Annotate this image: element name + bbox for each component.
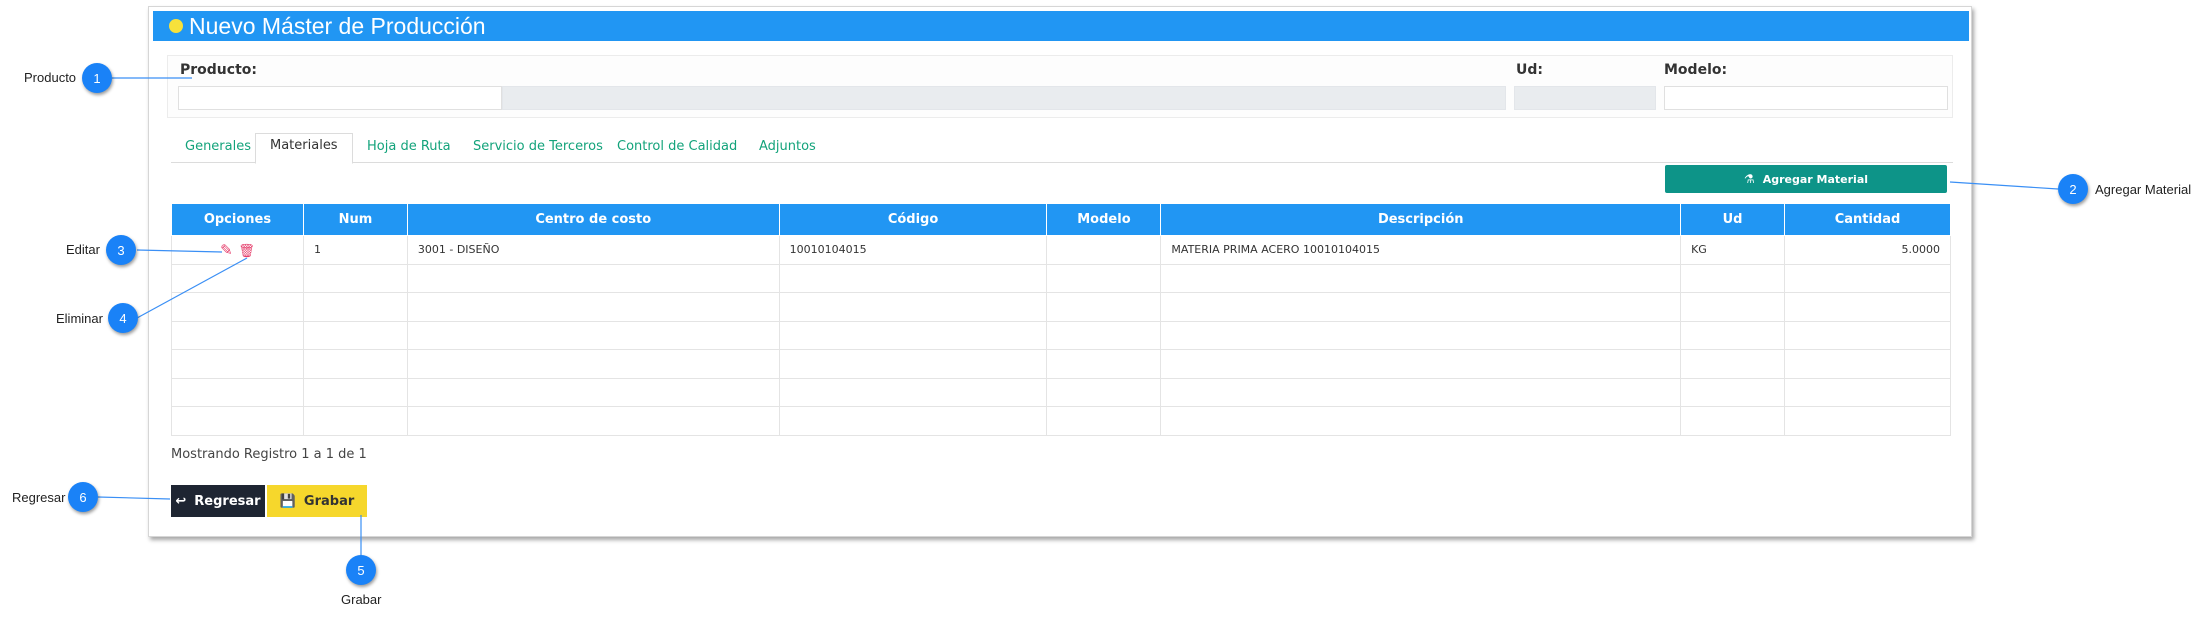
callout-4: 4 (108, 303, 138, 333)
help-screenshot: Nuevo Máster de Producción Producto: Ud:… (0, 0, 2201, 620)
callout-5: 5 (346, 555, 376, 585)
callout-3: 3 (106, 235, 136, 265)
callout-label-editar: Editar (66, 242, 100, 257)
callout-6: 6 (68, 482, 98, 512)
callout-2: 2 (2058, 174, 2088, 204)
callout-label-eliminar: Eliminar (56, 311, 103, 326)
callout-label-producto: Producto (24, 70, 77, 85)
callout-label-grabar: Grabar (341, 592, 382, 607)
callout-label-agregar-material: Agregar Material (2095, 182, 2192, 197)
callout-label-regresar: Regresar (12, 490, 66, 505)
callout-1: 1 (82, 63, 112, 93)
callout-lines (97, 77, 2059, 558)
